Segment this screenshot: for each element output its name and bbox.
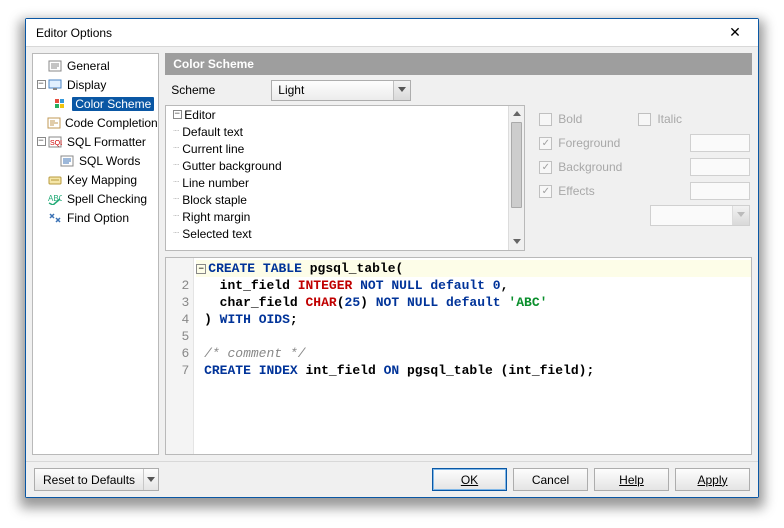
close-button[interactable]: ✕ [718,22,752,44]
apply-button[interactable]: Apply [675,468,750,491]
color-scheme-icon [54,97,68,111]
element-group-editor[interactable]: −Editor [166,106,508,123]
code-preview: 2 3 4 5 6 7 −CREATE TABLE pgsql_table( i… [165,257,752,455]
scheme-label: Scheme [171,83,271,97]
code-completion-icon [47,116,61,130]
key-mapping-icon [47,173,63,187]
element-item[interactable]: ┈Default text [166,123,508,140]
style-options: Bold Italic ✓Foreground ✓Background ✓Eff… [531,105,752,251]
code-area[interactable]: −CREATE TABLE pgsql_table( int_field INT… [194,258,751,454]
tree-item-key-mapping[interactable]: Key Mapping [33,170,158,189]
element-item[interactable]: ┈Right margin [166,208,508,225]
chevron-down-icon [732,206,749,225]
tree-item-find-option[interactable]: Find Option [33,208,158,227]
cancel-button[interactable]: Cancel [513,468,588,491]
dialog-footer: Reset to Defaults OK Cancel Help Apply [26,461,758,497]
background-color[interactable] [690,158,750,176]
general-icon [47,59,63,73]
element-item[interactable]: ┈Block staple [166,191,508,208]
editor-options-dialog: Editor Options ✕ General − Display Color… [25,18,759,498]
expand-icon[interactable]: − [35,80,47,89]
effects-checkbox[interactable]: ✓Effects [539,184,622,198]
spell-checking-icon: ABC [47,192,63,206]
scroll-thumb[interactable] [511,122,522,208]
tree-item-sql-formatter[interactable]: − SQL SQL Formatter [33,132,158,151]
foreground-color[interactable] [690,134,750,152]
expand-icon[interactable]: − [35,137,47,146]
background-checkbox[interactable]: ✓Background [539,160,622,174]
element-item[interactable]: ┈Selected text [166,225,508,242]
dialog-title: Editor Options [36,26,718,40]
scrollbar[interactable] [508,106,524,250]
effects-dropdown[interactable] [650,205,750,226]
titlebar: Editor Options ✕ [26,19,758,47]
tree-item-color-scheme[interactable]: Color Scheme [33,94,158,113]
element-item[interactable]: ┈Current line [166,140,508,157]
scroll-up-icon[interactable] [509,106,524,122]
svg-text:SQL: SQL [50,140,62,147]
line-gutter: 2 3 4 5 6 7 [166,258,194,454]
chevron-down-icon [393,81,410,100]
bold-checkbox[interactable]: Bold [539,112,622,126]
effects-color[interactable] [690,182,750,200]
tree-item-sql-words[interactable]: SQL Words [33,151,158,170]
category-tree[interactable]: General − Display Color Scheme Code Comp… [32,53,159,455]
tree-item-display[interactable]: − Display [33,75,158,94]
section-header: Color Scheme [165,53,752,75]
element-item[interactable]: ┈Line number [166,174,508,191]
tree-item-code-completion[interactable]: Code Completion [33,113,158,132]
scroll-down-icon[interactable] [509,234,524,250]
sql-words-icon [59,154,75,168]
italic-checkbox[interactable]: Italic [638,112,682,126]
help-button[interactable]: Help [594,468,669,491]
display-icon [47,78,63,92]
scheme-dropdown[interactable]: Light [271,80,411,101]
content-pane: Color Scheme Scheme Light −Editor ┈Defau… [165,53,752,455]
elements-list[interactable]: −Editor ┈Default text ┈Current line ┈Gut… [165,105,525,251]
sql-formatter-icon: SQL [47,135,63,149]
reset-defaults-button[interactable]: Reset to Defaults [34,468,159,491]
find-option-icon [47,211,63,225]
ok-button[interactable]: OK [432,468,507,491]
foreground-checkbox[interactable]: ✓Foreground [539,136,622,150]
fold-icon[interactable]: − [196,264,206,274]
tree-item-spell-checking[interactable]: ABC Spell Checking [33,189,158,208]
svg-text:ABC: ABC [48,194,62,203]
element-item[interactable]: ┈Gutter background [166,157,508,174]
tree-item-general[interactable]: General [33,56,158,75]
chevron-down-icon[interactable] [143,469,158,490]
